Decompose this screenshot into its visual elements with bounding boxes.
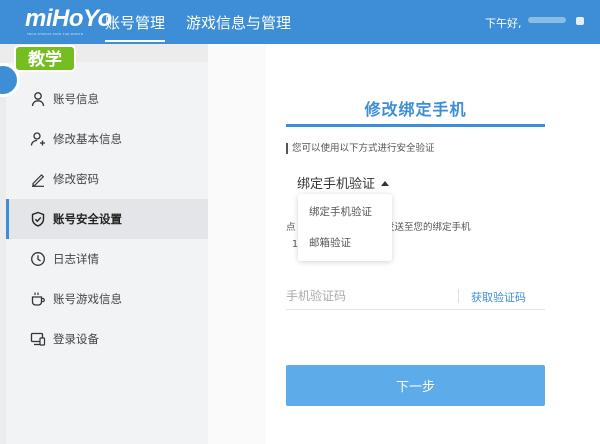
logo-tagline: TECH OTAKUS SAVE THE WORLD (27, 32, 84, 36)
top-nav-bar: miHoYo TECH OTAKUS SAVE THE WORLD 账号管理 游… (0, 0, 600, 44)
mihoyo-logo[interactable]: miHoYo (25, 7, 112, 31)
method-dropdown-menu: 绑定手机验证 邮箱验证 (298, 194, 392, 261)
sidebar-item-label: 账号安全设置 (53, 212, 122, 226)
tutorial-badge: 教学 (14, 45, 76, 72)
verification-code-input[interactable] (286, 285, 456, 307)
sidebar-item-label: 登录设备 (53, 332, 99, 346)
form-title: 修改绑定手机 (364, 100, 467, 119)
sidebar-item-account-game-info[interactable]: 账号游戏信息 (6, 279, 208, 319)
sidebar-item-account-security[interactable]: 账号安全设置 (6, 199, 208, 239)
obscured-hint-prefix: 点 (286, 222, 296, 233)
notification-icon[interactable] (576, 17, 584, 25)
blurred-username[interactable] (528, 17, 566, 23)
dropdown-option-phone[interactable]: 绑定手机验证 (298, 197, 392, 227)
title-underline (286, 124, 545, 127)
caret-up-icon (381, 181, 390, 186)
input-underline (286, 309, 545, 310)
sidebar-item-label: 修改密码 (53, 172, 99, 186)
clock-icon (30, 251, 46, 267)
pencil-icon (30, 171, 46, 187)
greeting-text: 下午好, (485, 17, 522, 30)
nav-game-info-management[interactable]: 游戏信息与管理 (186, 12, 291, 33)
sidebar-item-label: 修改基本信息 (53, 132, 122, 146)
get-code-button[interactable]: 获取验证码 (471, 289, 526, 305)
cup-icon (30, 291, 46, 307)
sidebar-item-label: 账号信息 (53, 92, 99, 106)
dropdown-option-email[interactable]: 邮箱验证 (298, 228, 392, 258)
sidebar-item-label: 账号游戏信息 (53, 292, 122, 306)
sidebar-item-account-info[interactable]: 账号信息 (6, 79, 208, 119)
verification-hint: 您可以使用以下方式进行安全验证 (286, 143, 435, 154)
devices-icon (30, 331, 46, 347)
nav-account-management[interactable]: 账号管理 (105, 12, 166, 42)
verification-method-select[interactable]: 绑定手机验证 (297, 173, 390, 192)
shield-icon (30, 211, 46, 227)
sidebar-item-edit-basic-info[interactable]: 修改基本信息 (6, 119, 208, 159)
input-divider (458, 289, 459, 303)
next-step-button[interactable]: 下一步 (286, 365, 545, 406)
user-edit-icon (30, 131, 46, 147)
selected-method-label: 绑定手机验证 (297, 177, 376, 192)
sidebar-item-change-password[interactable]: 修改密码 (6, 159, 208, 199)
user-icon (30, 91, 46, 107)
sidebar: 账号信息 修改基本信息 修改密码 账号安全设置 日志详情 账号游戏信息 登录设备 (6, 62, 208, 444)
sidebar-item-login-devices[interactable]: 登录设备 (6, 319, 208, 359)
sidebar-item-log-details[interactable]: 日志详情 (6, 239, 208, 279)
sidebar-item-label: 日志详情 (53, 252, 99, 266)
